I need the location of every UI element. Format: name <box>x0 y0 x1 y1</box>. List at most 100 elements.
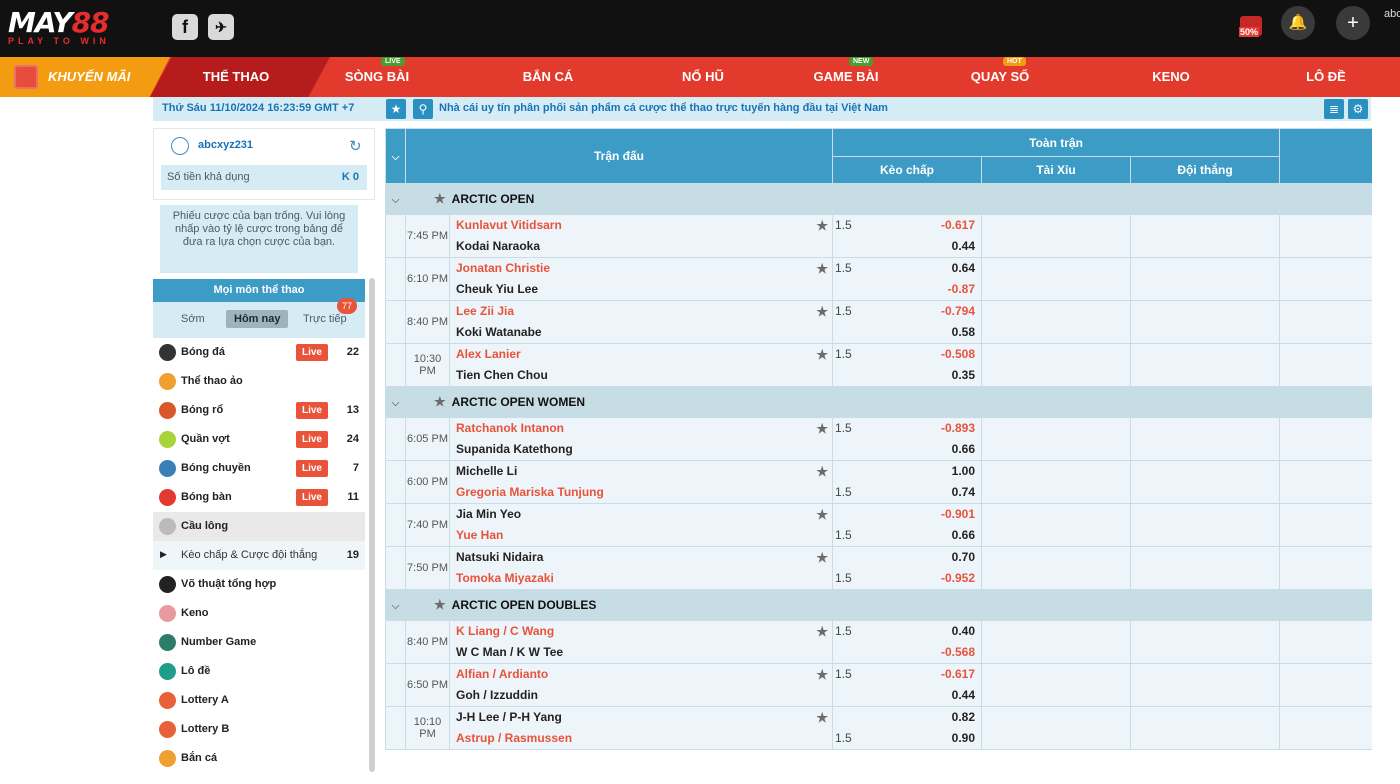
home-odds-button[interactable]: -0.794 <box>833 301 981 322</box>
favorite-star-icon[interactable]: ★ <box>434 191 446 206</box>
favorite-star-icon[interactable]: ★ <box>816 461 828 482</box>
home-odds-button[interactable]: 0.82 <box>833 707 981 728</box>
favorite-star-icon[interactable]: ★ <box>434 394 446 409</box>
favorite-star-icon[interactable]: ★ <box>434 597 446 612</box>
league-collapse-toggle[interactable]: ⌵ <box>385 589 406 621</box>
plus-icon[interactable]: + <box>1336 6 1370 40</box>
sidebar-item-sport[interactable]: ▶ Kèo chấp & Cược đội thắng 19 <box>153 541 365 570</box>
refresh-icon[interactable]: ↻ <box>349 137 362 155</box>
nav-item-keno[interactable]: KENO <box>1101 69 1241 84</box>
account-username[interactable]: abcxyz231 <box>198 139 253 151</box>
gift-promo-icon[interactable]: 50% <box>1237 10 1265 38</box>
star-icon[interactable]: ★ <box>386 99 406 119</box>
away-odds-button[interactable]: 0.35 <box>833 365 981 386</box>
home-team: Alfian / Ardianto <box>456 667 549 681</box>
home-odds-button[interactable]: -0.901 <box>833 504 981 525</box>
nav-item-song-bai[interactable]: SÒNG BÀI LIVE <box>307 57 447 84</box>
away-odds-button[interactable]: 0.66 <box>833 525 981 546</box>
collapse-all-toggle[interactable]: ⌵ <box>385 128 406 184</box>
away-odds-button[interactable]: -0.568 <box>833 642 981 663</box>
tab-early[interactable]: Sớm <box>173 310 213 328</box>
home-odds-button[interactable]: -0.508 <box>833 344 981 365</box>
sidebar-item-sport[interactable]: Bóng chuyền Live 7 <box>153 454 365 483</box>
favorite-star-icon[interactable]: ★ <box>816 621 828 642</box>
league-row[interactable]: ⌵ ★ ARCTIC OPEN DOUBLES <box>385 589 1372 621</box>
sidebar-item-sport[interactable]: Lottery A <box>153 686 365 715</box>
favorite-star-icon[interactable]: ★ <box>816 707 828 728</box>
col-header-fulltime: Toàn trận <box>832 128 1281 157</box>
bell-icon[interactable]: 🔔 <box>1281 6 1315 40</box>
favorite-star-icon[interactable]: ★ <box>816 215 828 236</box>
away-odds-button[interactable]: 0.58 <box>833 322 981 343</box>
over-under-cell <box>981 214 1132 258</box>
league-collapse-toggle[interactable]: ⌵ <box>385 183 406 215</box>
sidebar-item-sport[interactable]: Keno <box>153 599 365 628</box>
home-team: Jia Min Yeo <box>456 507 522 521</box>
odds-table-container: ⌵ Trận đấu Toàn trận Kèo chấp Tài Xỉu Độ… <box>385 128 1372 784</box>
sidebar-item-sport[interactable]: Bóng rổ Live 13 <box>153 396 365 425</box>
sidebar-item-sport[interactable]: Quần vợt Live 24 <box>153 425 365 454</box>
away-odds-button[interactable]: 0.90 <box>833 728 981 749</box>
away-odds-button[interactable]: 0.44 <box>833 685 981 706</box>
favorite-star-icon[interactable]: ★ <box>816 547 828 568</box>
search-icon[interactable]: ⚲ <box>413 99 433 119</box>
user-menu[interactable]: abc <box>1384 8 1400 20</box>
league-row[interactable]: ⌵ ★ ARCTIC OPEN <box>385 183 1372 215</box>
nav-item-the-thao[interactable]: THỂ THAO <box>166 69 306 84</box>
favorite-star-icon[interactable]: ★ <box>816 664 828 685</box>
gear-icon[interactable]: ⚙ <box>1348 99 1368 119</box>
sidebar-item-sport[interactable]: Lottery B <box>153 715 365 744</box>
sidebar-item-sport[interactable]: Cầu lông <box>153 512 365 541</box>
sport-count: 11 <box>347 491 359 503</box>
nav-item-no-hu[interactable]: NỔ HŨ <box>633 69 773 84</box>
favorite-star-icon[interactable]: ★ <box>816 504 828 525</box>
away-team: Gregoria Mariska Tunjung <box>456 485 604 499</box>
nav-item-ban-ca[interactable]: BẮN CÁ <box>478 69 618 84</box>
winner-cell <box>1130 620 1281 664</box>
home-odds-button[interactable]: 1.00 <box>833 461 981 482</box>
sidebar-item-sport[interactable]: Bắn cá <box>153 744 365 773</box>
favorite-star-icon[interactable]: ★ <box>816 258 828 279</box>
nav-promo[interactable]: KHUYẾN MÃI <box>0 57 170 97</box>
nav-item-game-bai[interactable]: GAME BÀI NEW <box>776 57 916 84</box>
brand-logo[interactable]: MAY88 PLAY TO WIN <box>8 6 138 46</box>
facebook-icon[interactable]: f <box>172 14 198 40</box>
away-odds-button[interactable]: 0.74 <box>833 482 981 503</box>
sidebar-item-sport[interactable]: Number Game <box>153 628 365 657</box>
nav-item-quay-so[interactable]: QUAY SỐ HOT <box>930 57 1070 84</box>
handicap-line: 1.5 <box>835 667 852 681</box>
away-odds-button[interactable]: 0.66 <box>833 439 981 460</box>
sport-name: Bóng đá <box>181 346 225 358</box>
home-odds-button[interactable]: 0.64 <box>833 258 981 279</box>
sport-name: Bóng rổ <box>181 404 224 416</box>
away-odds-button[interactable]: -0.952 <box>833 568 981 589</box>
away-odds-button[interactable]: -0.87 <box>833 279 981 300</box>
home-odds-button[interactable]: -0.617 <box>833 215 981 236</box>
away-odds-button[interactable]: 0.44 <box>833 236 981 257</box>
sport-name: Kèo chấp & Cược đội thắng <box>181 549 318 561</box>
league-row[interactable]: ⌵ ★ ARCTIC OPEN WOMEN <box>385 386 1372 418</box>
document-icon[interactable]: ≣ <box>1324 99 1344 119</box>
sidebar-item-sport[interactable]: Võ thuật tổng hợp <box>153 570 365 599</box>
favorite-star-icon[interactable]: ★ <box>816 301 828 322</box>
home-odds-button[interactable]: 0.40 <box>833 621 981 642</box>
tab-today[interactable]: Hôm nay <box>226 310 289 328</box>
favorite-star-icon[interactable]: ★ <box>816 418 828 439</box>
sidebar-item-sport[interactable]: Lô đề <box>153 657 365 686</box>
nav-item-lo-de[interactable]: LÔ ĐỀ <box>1256 69 1396 84</box>
league-collapse-toggle[interactable]: ⌵ <box>385 386 406 418</box>
sidebar-scrollbar[interactable] <box>369 278 375 772</box>
home-odds-button[interactable]: -0.617 <box>833 664 981 685</box>
sidebar-item-sport[interactable]: Bóng đá Live 22 <box>153 338 365 367</box>
match-row: 7:50 PM ★ Natsuki Nidaira Tomoka Miyazaki 0.… <box>385 546 1372 590</box>
favorite-star-icon[interactable]: ★ <box>816 344 828 365</box>
telegram-icon[interactable]: ✈ <box>208 14 234 40</box>
sport-name: Bóng chuyền <box>181 462 251 474</box>
sidebar-item-sport[interactable]: Thể thao ảo <box>153 367 365 396</box>
sidebar-item-sport[interactable]: Bóng bàn Live 11 <box>153 483 365 512</box>
home-team: Jonatan Christie <box>456 261 551 275</box>
home-odds-button[interactable]: 0.70 <box>833 547 981 568</box>
match-row: 6:05 PM ★ Ratchanok Intanon Supanida Kateth… <box>385 417 1372 461</box>
sport-name: Number Game <box>181 636 257 648</box>
home-odds-button[interactable]: -0.893 <box>833 418 981 439</box>
